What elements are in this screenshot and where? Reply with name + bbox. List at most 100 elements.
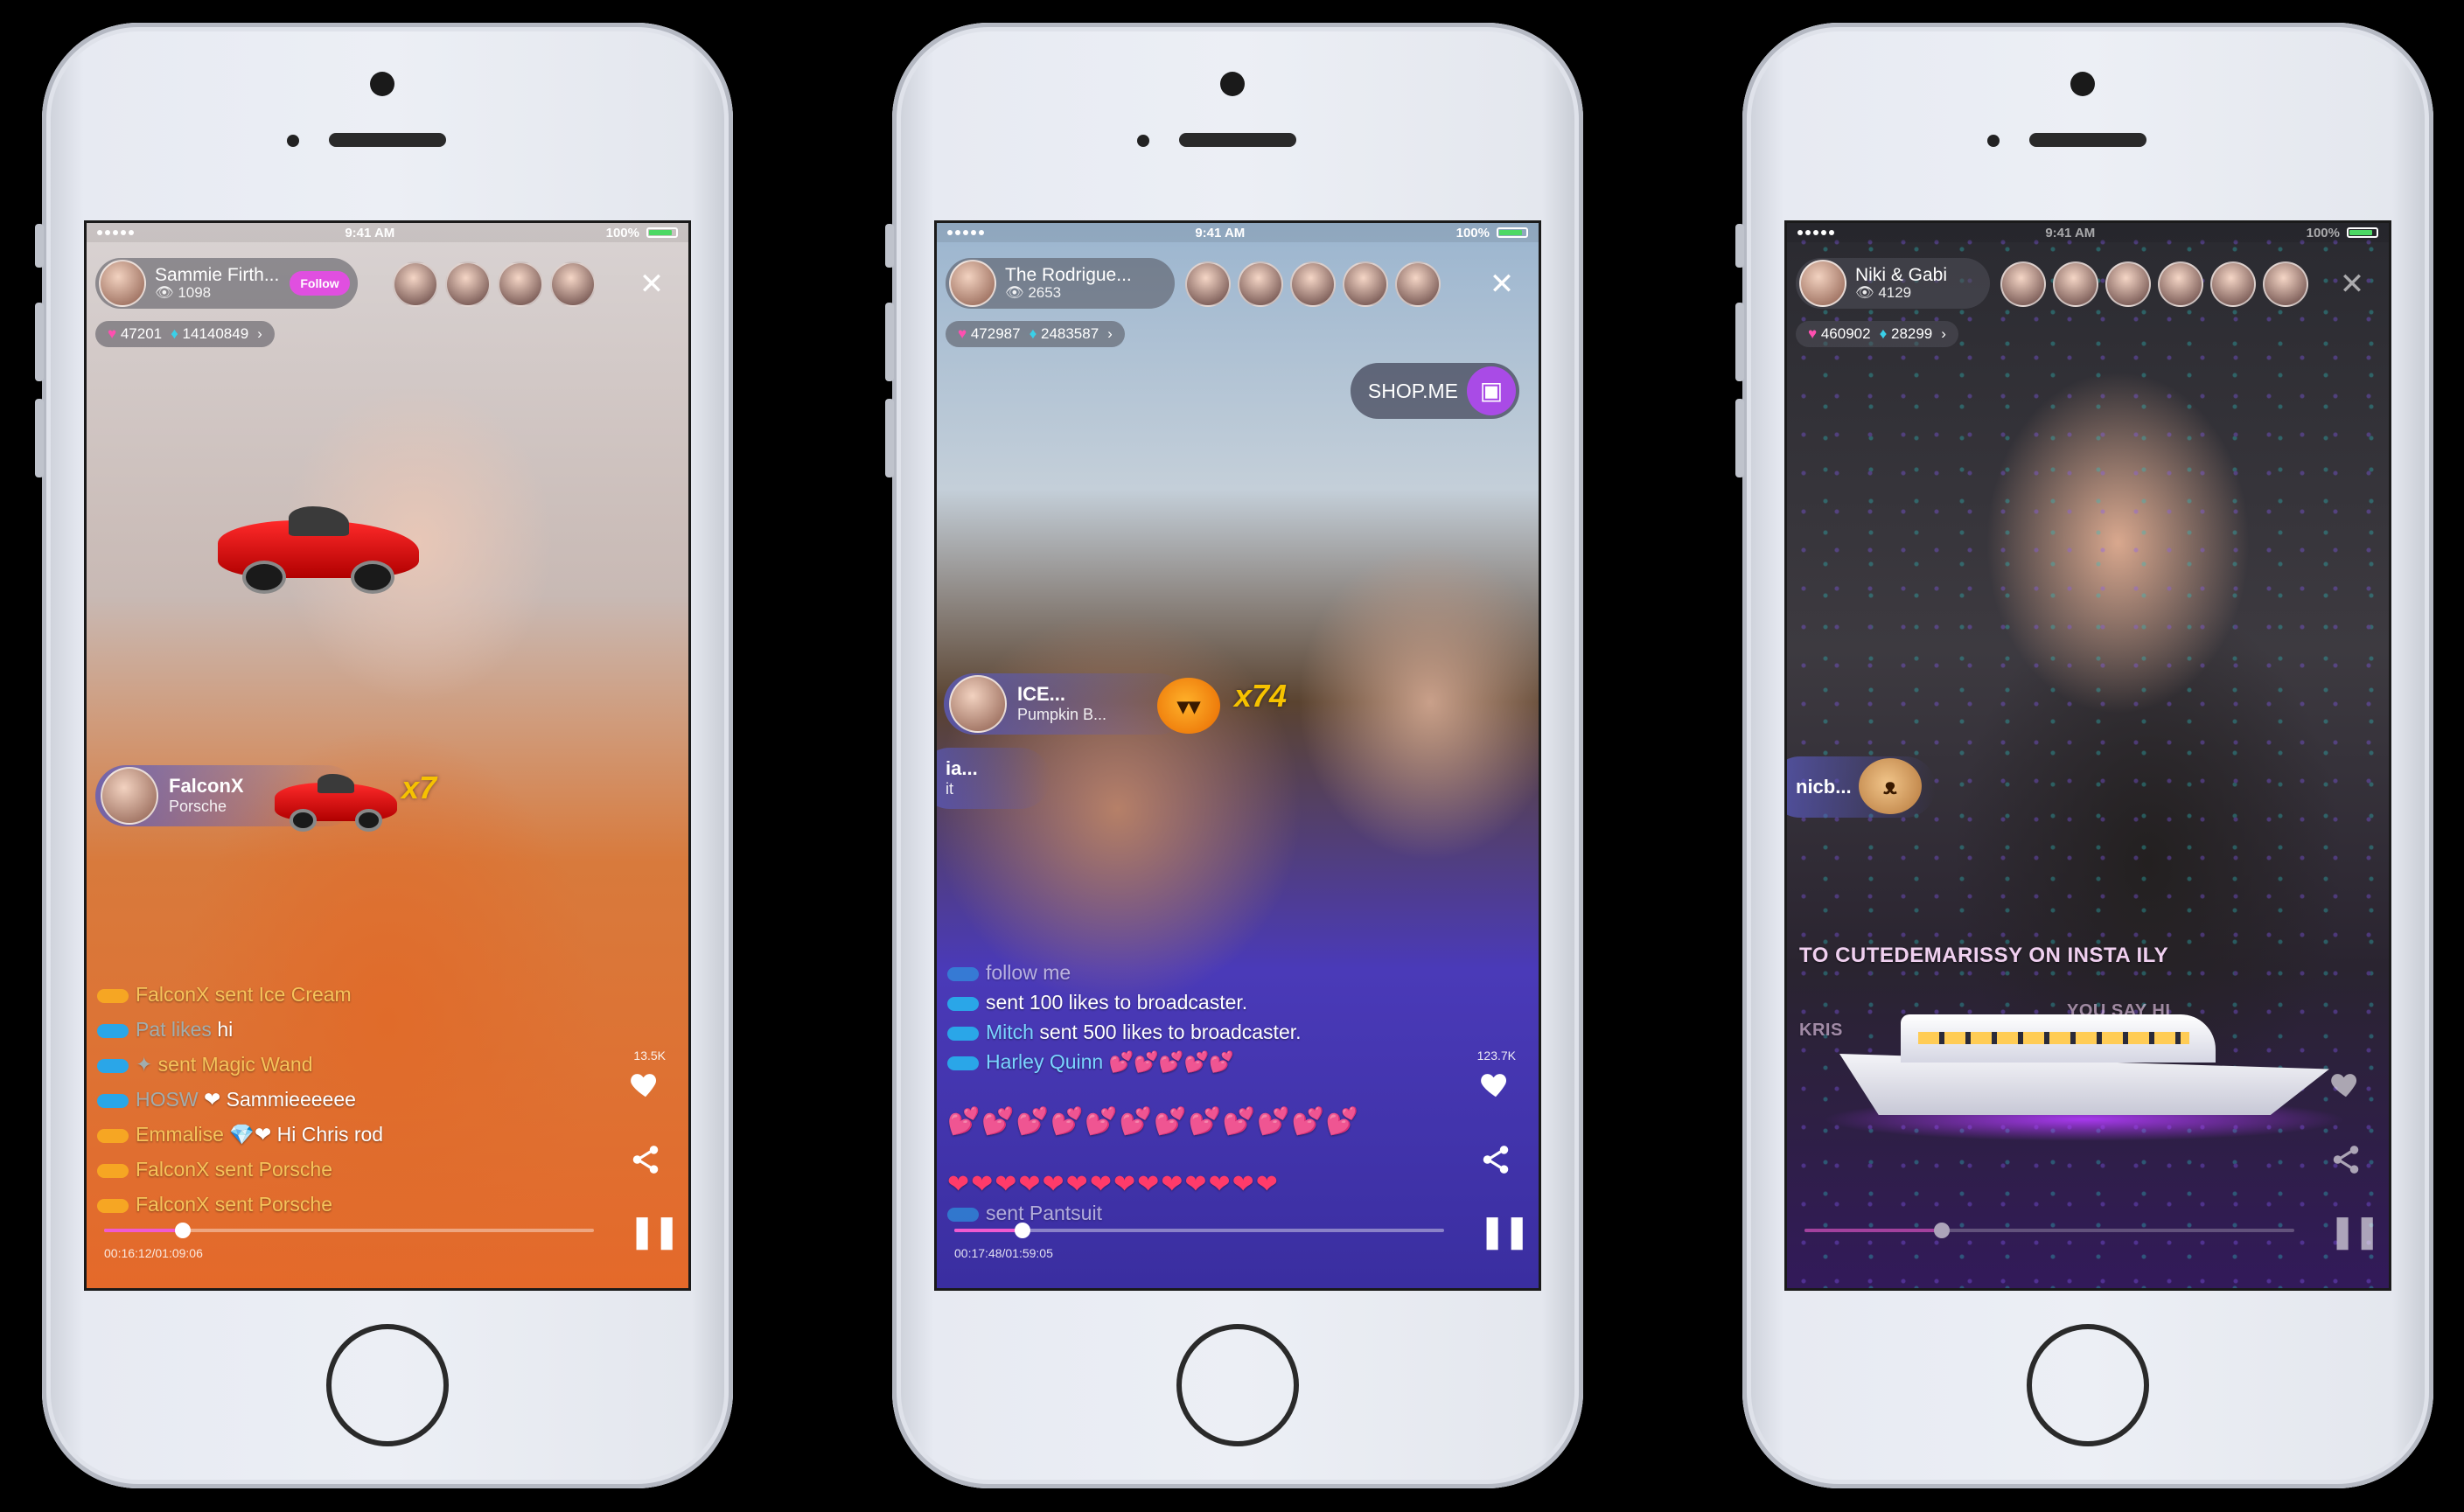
gift-name: Pumpkin B... bbox=[1017, 706, 1107, 724]
volume-down-button bbox=[35, 399, 44, 477]
battery-percent: 100% bbox=[605, 225, 639, 240]
chevron-right-icon: › bbox=[257, 325, 262, 342]
viewer-count: 👁 2653 bbox=[1005, 284, 1062, 302]
progress-bar[interactable] bbox=[1804, 1223, 2294, 1238]
viewer-count: 👁 1098 bbox=[155, 284, 212, 302]
gift-name: it bbox=[946, 780, 953, 798]
viewer-avatar[interactable] bbox=[1290, 261, 1336, 307]
viewer-avatar[interactable] bbox=[1395, 261, 1441, 307]
home-button[interactable] bbox=[1176, 1324, 1299, 1446]
status-bar: 9:41 AM 100% bbox=[937, 223, 1539, 242]
viewer-avatar[interactable] bbox=[2263, 261, 2308, 307]
volume-up-button bbox=[885, 303, 894, 381]
viewer-avatar[interactable] bbox=[550, 261, 596, 307]
progress-bar[interactable] bbox=[954, 1223, 1444, 1238]
host-name: Sammie Firth... bbox=[155, 265, 280, 286]
signal-icon bbox=[947, 230, 984, 235]
host-avatar[interactable] bbox=[1799, 260, 1846, 307]
close-icon[interactable]: ✕ bbox=[2336, 268, 2368, 300]
signal-icon bbox=[97, 230, 134, 235]
viewer-avatar[interactable] bbox=[2158, 261, 2203, 307]
chat-list: follow me sent 100 likes to broadcaster.… bbox=[947, 958, 1402, 1077]
heart-icon[interactable] bbox=[629, 1068, 662, 1101]
viewer-avatar[interactable] bbox=[2210, 261, 2256, 307]
phone-2: 9:41 AM 100% The Rodrigue... 👁 2653 ✕ ♥ … bbox=[885, 23, 1583, 1488]
viewer-avatar[interactable] bbox=[1185, 261, 1231, 307]
viewer-avatars bbox=[393, 261, 596, 307]
diamonds-count: 2483587 bbox=[1040, 325, 1099, 342]
viewer-avatars bbox=[2000, 261, 2308, 307]
viewer-avatar[interactable] bbox=[445, 261, 491, 307]
chat-message: Pat likes hi bbox=[97, 1012, 383, 1047]
viewer-avatar[interactable] bbox=[2105, 261, 2151, 307]
screen: 9:41 AM 100% Sammie Firth... 👁 1098 Foll… bbox=[84, 220, 691, 1291]
gift-banner: ICE... Pumpkin B... bbox=[944, 673, 1189, 735]
progress-knob[interactable] bbox=[1933, 1223, 1950, 1238]
gift-count: x7 bbox=[401, 770, 437, 805]
battery-percent: 100% bbox=[2306, 225, 2340, 240]
likes-count: 13.5K bbox=[633, 1049, 666, 1063]
host-pill[interactable]: Niki & Gabi 👁 4129 bbox=[1796, 258, 1990, 309]
viewer-avatar[interactable] bbox=[2000, 261, 2046, 307]
gift-sender: nicb... bbox=[1796, 775, 1852, 798]
pause-icon[interactable]: ❚❚ bbox=[2329, 1215, 2380, 1248]
battery-icon bbox=[1497, 227, 1528, 238]
car-gift-animation bbox=[218, 494, 419, 599]
signal-icon bbox=[1797, 230, 1834, 235]
pause-icon[interactable]: ❚❚ bbox=[629, 1215, 680, 1248]
home-button[interactable] bbox=[326, 1324, 449, 1446]
host-pill[interactable]: The Rodrigue... 👁 2653 bbox=[946, 258, 1175, 309]
heart-mini-icon: ♥ bbox=[958, 325, 967, 342]
volume-up-button bbox=[35, 303, 44, 381]
chevron-right-icon: › bbox=[1941, 325, 1946, 342]
phone-1: 9:41 AM 100% Sammie Firth... 👁 1098 Foll… bbox=[35, 23, 733, 1488]
proximity-sensor bbox=[1137, 135, 1149, 147]
stats-pill[interactable]: ♥ 460902 ♦ 28299 › bbox=[1796, 321, 1958, 347]
gift-sender: ICE... bbox=[1017, 683, 1066, 705]
host-avatar[interactable] bbox=[99, 260, 146, 307]
follow-button[interactable]: Follow bbox=[290, 271, 350, 296]
home-button[interactable] bbox=[2027, 1324, 2149, 1446]
share-icon[interactable] bbox=[2329, 1143, 2363, 1176]
viewer-avatar[interactable] bbox=[1238, 261, 1283, 307]
volume-up-button bbox=[1735, 303, 1744, 381]
gift-sender: FalconX bbox=[169, 775, 244, 797]
viewer-avatars bbox=[1185, 261, 1441, 307]
chat-message: Emmalise 💎❤ Hi Chris rod bbox=[97, 1117, 383, 1152]
viewer-avatar[interactable] bbox=[498, 261, 543, 307]
volume-down-button bbox=[1735, 399, 1744, 477]
viewer-avatar[interactable] bbox=[1343, 261, 1388, 307]
shop-button[interactable]: SHOP.ME ▣ bbox=[1350, 363, 1519, 419]
status-time: 9:41 AM bbox=[1195, 225, 1246, 240]
close-icon[interactable]: ✕ bbox=[1486, 268, 1518, 300]
close-icon[interactable]: ✕ bbox=[636, 268, 667, 300]
status-time: 9:41 AM bbox=[345, 225, 395, 240]
volume-down-button bbox=[885, 399, 894, 477]
chat-message: Mitch sent 500 likes to broadcaster. bbox=[947, 1017, 1402, 1047]
heart-icon[interactable] bbox=[1479, 1068, 1512, 1101]
gift-sender-avatar bbox=[101, 767, 158, 825]
progress-bar[interactable] bbox=[104, 1223, 594, 1238]
phone-3: 9:41 AM 100% Niki & Gabi 👁 4129 ✕ ♥ 4609… bbox=[1735, 23, 2433, 1488]
chat-list: FalconX sent Ice Cream Pat likes hi ✦ se… bbox=[97, 977, 383, 1222]
battery-icon bbox=[2347, 227, 2378, 238]
viewer-avatar[interactable] bbox=[2053, 261, 2098, 307]
stats-pill[interactable]: ♥ 47201 ♦ 14140849 › bbox=[95, 321, 275, 347]
host-avatar[interactable] bbox=[949, 260, 996, 307]
playback-time: 00:16:12/01:09:06 bbox=[104, 1246, 203, 1260]
heart-icon[interactable] bbox=[2329, 1068, 2363, 1101]
earpiece-speaker bbox=[2029, 133, 2146, 147]
share-icon[interactable] bbox=[1479, 1143, 1512, 1176]
pause-icon[interactable]: ❚❚ bbox=[1479, 1215, 1530, 1248]
host-pill[interactable]: Sammie Firth... 👁 1098 Follow bbox=[95, 258, 358, 309]
stats-pill[interactable]: ♥ 472987 ♦ 2483587 › bbox=[946, 321, 1125, 347]
earpiece-speaker bbox=[329, 133, 446, 147]
progress-fill bbox=[954, 1229, 1023, 1232]
hearts-count: 47201 bbox=[120, 325, 163, 342]
chat-message: FalconX sent Ice Cream bbox=[97, 977, 383, 1012]
battery-percent: 100% bbox=[1455, 225, 1490, 240]
progress-knob[interactable] bbox=[174, 1223, 191, 1238]
share-icon[interactable] bbox=[629, 1143, 662, 1176]
likes-count: 123.7K bbox=[1476, 1049, 1516, 1063]
viewer-avatar[interactable] bbox=[393, 261, 438, 307]
